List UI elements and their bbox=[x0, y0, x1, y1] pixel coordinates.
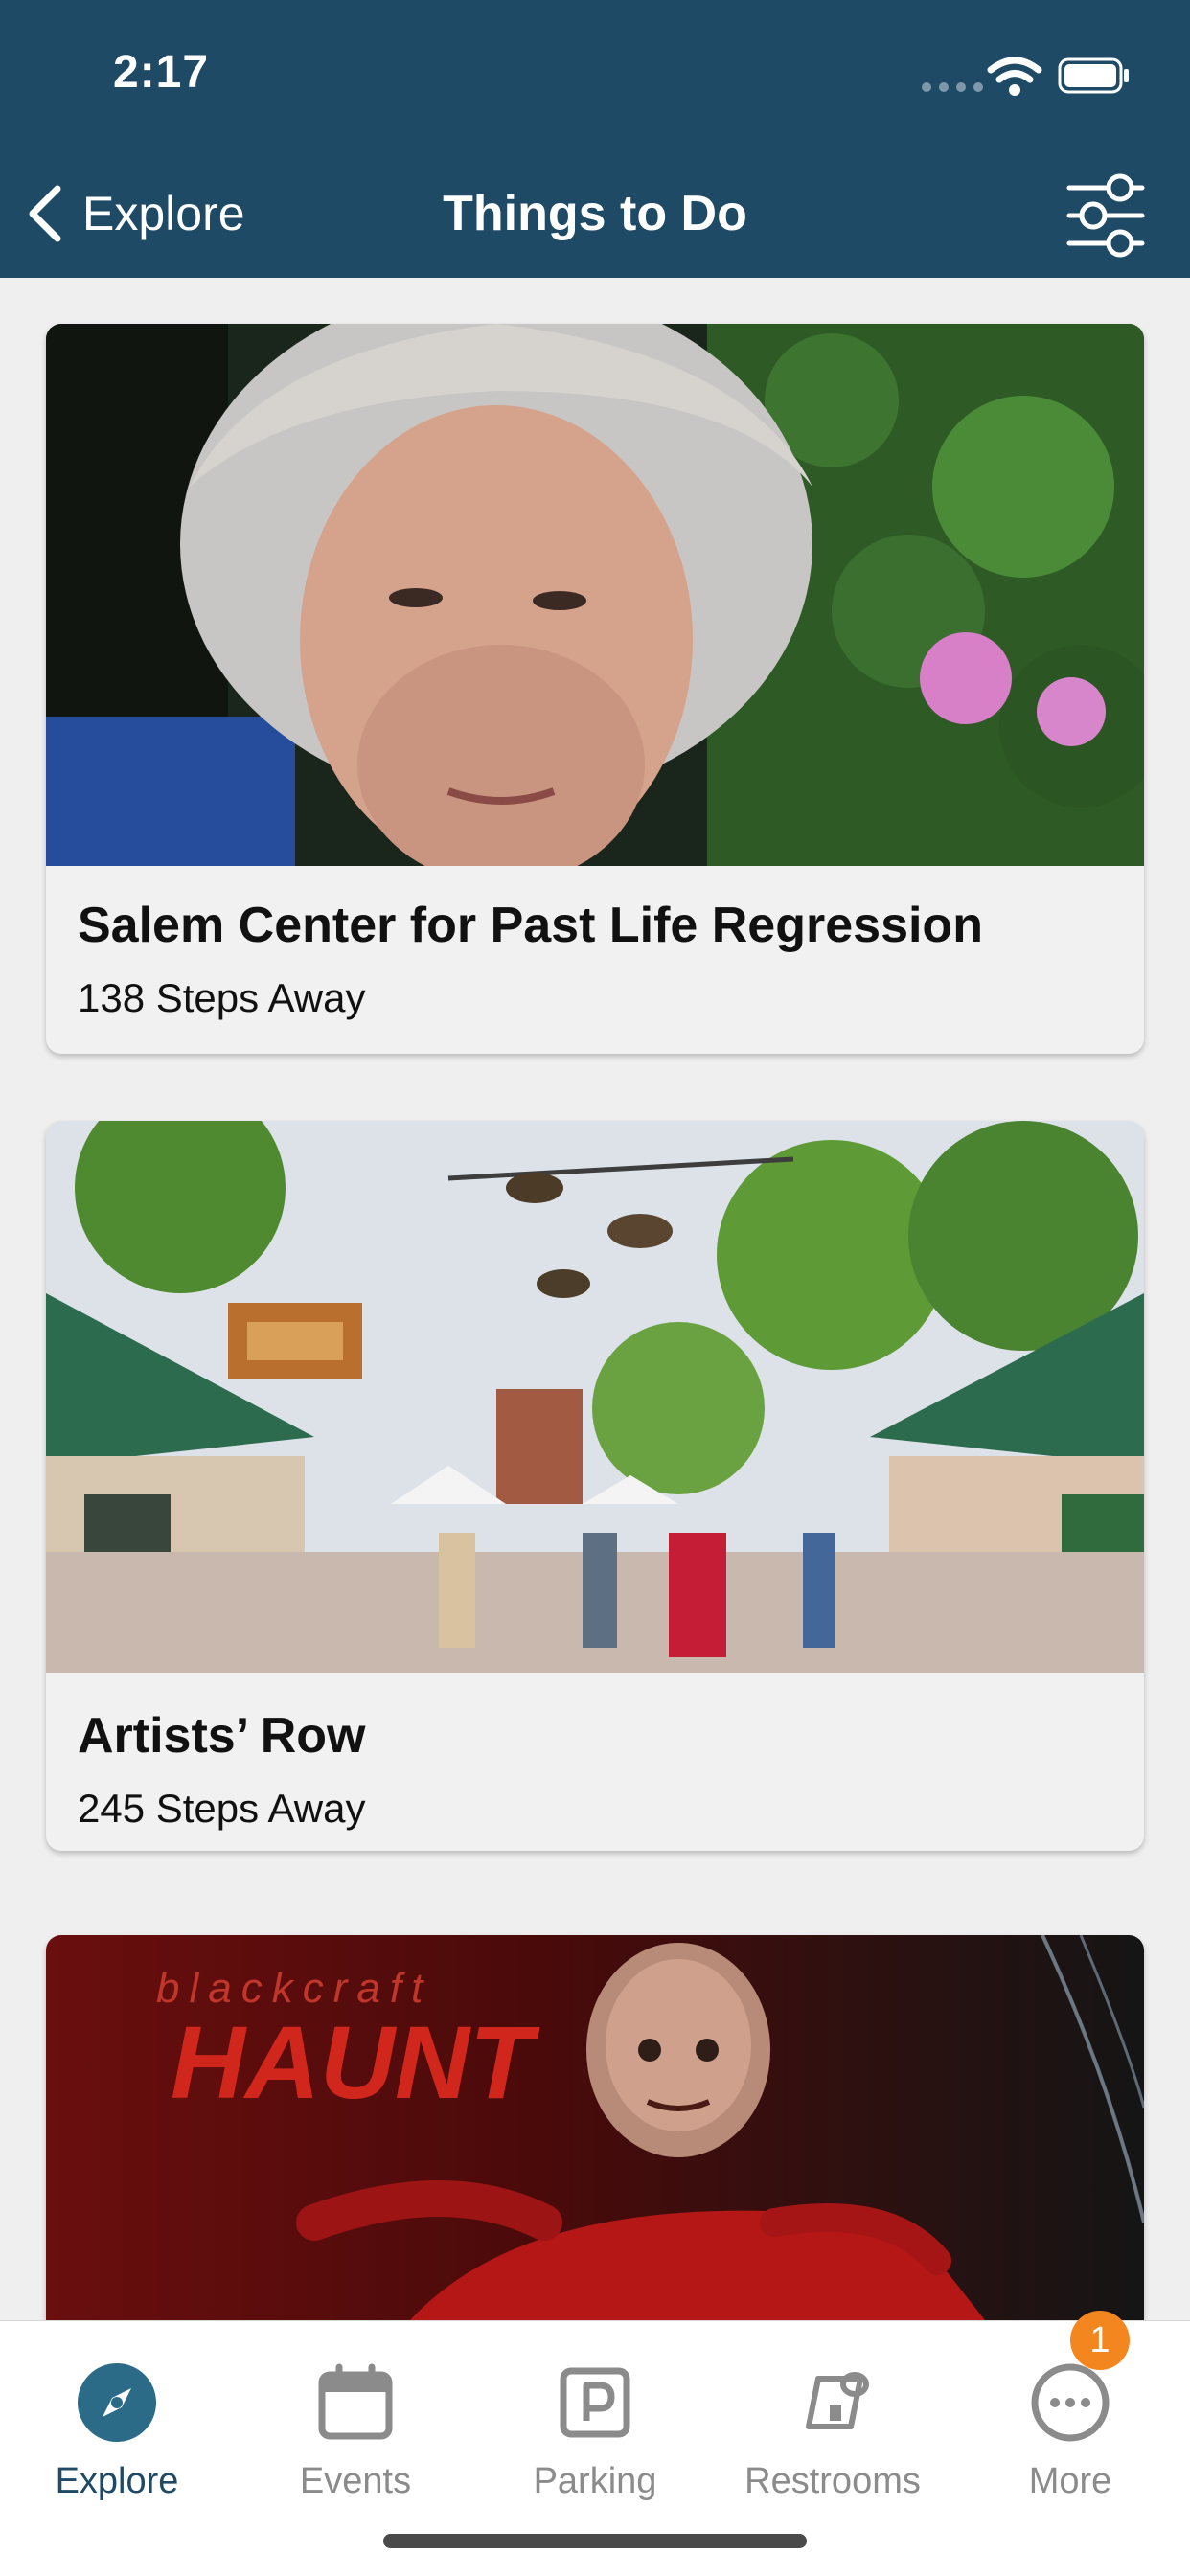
card-blackcraft-haunt[interactable]: blackcraft HAUNT bbox=[46, 1935, 1144, 2320]
compass-icon bbox=[78, 2363, 156, 2442]
battery-icon bbox=[1058, 57, 1129, 94]
page-title: Things to Do bbox=[443, 186, 747, 241]
tab-label: Restrooms bbox=[744, 2461, 921, 2501]
things-to-do-list[interactable]: Salem Center for Past Life Regression 13… bbox=[0, 278, 1190, 2320]
card-salem-center[interactable]: Salem Center for Past Life Regression 13… bbox=[46, 324, 1144, 1054]
haunt-logo-title: HAUNT bbox=[171, 2004, 540, 2120]
tab-label: Explore bbox=[55, 2461, 179, 2501]
status-bar: 2:17 bbox=[0, 0, 1190, 144]
tab-label: More bbox=[1028, 2461, 1112, 2501]
card-image-portrait bbox=[46, 324, 1144, 866]
more-icon bbox=[1031, 2363, 1110, 2442]
tab-explore[interactable]: Explore bbox=[7, 2340, 227, 2501]
filter-icon[interactable] bbox=[1062, 171, 1150, 259]
tab-label: Events bbox=[299, 2461, 412, 2501]
card-distance: 138 Steps Away bbox=[78, 975, 366, 1020]
toilet-paper-icon bbox=[806, 2372, 869, 2429]
tab-more[interactable]: More bbox=[960, 2340, 1180, 2501]
card-image-haunt: blackcraft HAUNT bbox=[46, 1935, 1144, 2320]
parking-icon bbox=[560, 2367, 630, 2438]
status-time: 2:17 bbox=[113, 47, 210, 98]
home-indicator[interactable] bbox=[383, 2534, 807, 2548]
tab-parking[interactable]: Parking bbox=[485, 2340, 705, 2501]
card-distance: 245 Steps Away bbox=[78, 1786, 366, 1831]
tab-events[interactable]: Events bbox=[245, 2340, 466, 2501]
calendar-icon bbox=[318, 2363, 393, 2440]
tab-label: Parking bbox=[533, 2461, 657, 2501]
card-artists-row[interactable]: Artists’ Row 245 Steps Away bbox=[46, 1121, 1144, 1851]
navigation-bar: Explore Things to Do bbox=[0, 144, 1190, 278]
card-title: Salem Center for Past Life Regression bbox=[78, 898, 983, 953]
card-image-market bbox=[46, 1121, 1144, 1673]
tab-restrooms[interactable]: Restrooms bbox=[722, 2340, 943, 2501]
cellular-signal-icon bbox=[922, 82, 983, 92]
card-title: Artists’ Row bbox=[78, 1708, 366, 1764]
wifi-icon bbox=[987, 57, 1042, 96]
notification-badge: 1 bbox=[1070, 2311, 1130, 2370]
